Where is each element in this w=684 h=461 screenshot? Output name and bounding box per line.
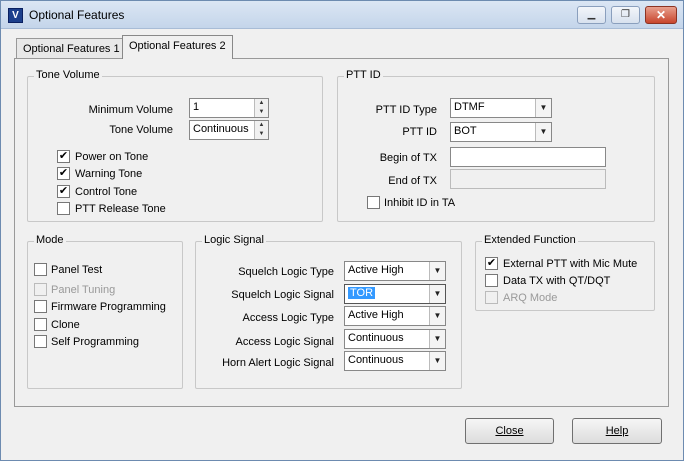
- panel-test-label: Panel Test: [51, 264, 103, 276]
- title-bar[interactable]: V Optional Features ▁ ❐ ✕: [1, 1, 683, 29]
- minimum-volume-value: 1: [193, 101, 200, 113]
- spin-buttons[interactable]: ▲ ▼: [254, 121, 268, 139]
- control-tone-checkbox[interactable]: ✔: [57, 185, 70, 198]
- squelch-logic-type-value: Active High: [348, 264, 404, 276]
- begin-of-tx-label: Begin of TX: [379, 152, 437, 164]
- ptt-id-value: BOT: [454, 125, 477, 137]
- maximize-button[interactable]: ❐: [611, 6, 640, 24]
- chevron-down-icon[interactable]: ▼: [429, 352, 445, 370]
- inhibit-id-label: Inhibit ID in TA: [384, 197, 456, 209]
- ptt-id-label: PTT ID: [402, 126, 437, 138]
- horn-alert-logic-signal-dropdown[interactable]: Continuous ▼: [344, 351, 446, 371]
- minimum-volume-label: Minimum Volume: [88, 104, 173, 116]
- logic-signal-title: Logic Signal: [202, 234, 266, 246]
- chevron-down-icon[interactable]: ▼: [429, 285, 445, 303]
- tab-optional-features-1[interactable]: Optional Features 1: [16, 38, 127, 60]
- tone-volume-title: Tone Volume: [34, 69, 102, 81]
- tab-label: Optional Features 1: [23, 43, 120, 55]
- arq-mode-label: ARQ Mode: [503, 292, 558, 304]
- window-title: Optional Features: [29, 8, 125, 22]
- horn-alert-logic-signal-value: Continuous: [348, 354, 404, 366]
- access-logic-type-label: Access Logic Type: [242, 312, 334, 324]
- access-logic-signal-value: Continuous: [348, 332, 404, 344]
- clone-label: Clone: [51, 319, 80, 331]
- self-programming-checkbox[interactable]: [34, 335, 47, 348]
- spin-up-icon[interactable]: ▲: [255, 99, 268, 108]
- squelch-logic-type-dropdown[interactable]: Active High ▼: [344, 261, 446, 281]
- spin-down-icon[interactable]: ▼: [255, 130, 268, 139]
- firmware-programming-checkbox[interactable]: [34, 300, 47, 313]
- control-tone-label: Control Tone: [75, 186, 138, 198]
- access-logic-type-dropdown[interactable]: Active High ▼: [344, 306, 446, 326]
- help-button[interactable]: Help: [572, 418, 662, 444]
- squelch-logic-signal-dropdown[interactable]: TOR ▼: [344, 284, 446, 304]
- access-logic-signal-dropdown[interactable]: Continuous ▼: [344, 329, 446, 349]
- arq-mode-checkbox[interactable]: [485, 291, 498, 304]
- close-button-label: Close: [495, 425, 524, 437]
- chevron-down-icon[interactable]: ▼: [429, 262, 445, 280]
- tab-label: Optional Features 2: [129, 40, 226, 52]
- extended-function-title: Extended Function: [482, 234, 578, 246]
- tone-volume-value: Continuous: [193, 123, 249, 135]
- ptt-id-dropdown[interactable]: BOT ▼: [450, 122, 552, 142]
- chevron-down-icon[interactable]: ▼: [429, 307, 445, 325]
- ptt-release-tone-checkbox[interactable]: [57, 202, 70, 215]
- panel-test-checkbox[interactable]: [34, 263, 47, 276]
- mode-title: Mode: [34, 234, 66, 246]
- self-programming-label: Self Programming: [51, 336, 140, 348]
- app-icon: V: [8, 8, 23, 23]
- spin-up-icon[interactable]: ▲: [255, 121, 268, 130]
- spin-down-icon[interactable]: ▼: [255, 108, 268, 117]
- power-on-tone-checkbox[interactable]: ✔: [57, 150, 70, 163]
- firmware-programming-label: Firmware Programming: [51, 301, 166, 313]
- dialog-window: V Optional Features ▁ ❐ ✕ Optional Featu…: [0, 0, 684, 461]
- inhibit-id-checkbox[interactable]: [367, 196, 380, 209]
- warning-tone-label: Warning Tone: [75, 168, 143, 180]
- squelch-logic-type-label: Squelch Logic Type: [238, 266, 334, 278]
- tone-volume-spinner[interactable]: Continuous ▲ ▼: [189, 120, 269, 140]
- clone-checkbox[interactable]: [34, 318, 47, 331]
- begin-of-tx-input[interactable]: [450, 147, 606, 167]
- end-of-tx-label: End of TX: [388, 175, 437, 187]
- tab-optional-features-2[interactable]: Optional Features 2: [122, 35, 233, 59]
- end-of-tx-input[interactable]: [450, 169, 606, 189]
- squelch-logic-signal-value: TOR: [348, 287, 376, 299]
- horn-alert-logic-signal-label: Horn Alert Logic Signal: [222, 357, 334, 369]
- squelch-logic-signal-label: Squelch Logic Signal: [231, 289, 334, 301]
- power-on-tone-label: Power on Tone: [75, 151, 149, 163]
- panel-tuning-label: Panel Tuning: [51, 284, 116, 296]
- data-tx-label: Data TX with QT/DQT: [503, 275, 611, 287]
- panel-tuning-checkbox[interactable]: [34, 283, 47, 296]
- tone-volume-label: Tone Volume: [109, 124, 173, 136]
- ptt-id-type-value: DTMF: [454, 101, 485, 113]
- data-tx-checkbox[interactable]: [485, 274, 498, 287]
- ptt-id-title: PTT ID: [344, 69, 383, 81]
- chevron-down-icon[interactable]: ▼: [429, 330, 445, 348]
- help-button-label: Help: [605, 425, 629, 437]
- chevron-down-icon[interactable]: ▼: [535, 123, 551, 141]
- tone-volume-group: Tone Volume: [27, 69, 323, 222]
- ptt-release-tone-label: PTT Release Tone: [75, 203, 166, 215]
- minimize-button[interactable]: ▁: [577, 6, 606, 24]
- chevron-down-icon[interactable]: ▼: [535, 99, 551, 117]
- warning-tone-checkbox[interactable]: ✔: [57, 167, 70, 180]
- ptt-id-type-dropdown[interactable]: DTMF ▼: [450, 98, 552, 118]
- spin-buttons[interactable]: ▲ ▼: [254, 99, 268, 117]
- close-window-button[interactable]: ✕: [645, 6, 677, 24]
- access-logic-signal-label: Access Logic Signal: [235, 336, 334, 348]
- access-logic-type-value: Active High: [348, 309, 404, 321]
- minimum-volume-spinner[interactable]: 1 ▲ ▼: [189, 98, 269, 118]
- close-button[interactable]: Close: [465, 418, 554, 444]
- external-ptt-label: External PTT with Mic Mute: [503, 258, 638, 270]
- ptt-id-type-label: PTT ID Type: [375, 104, 437, 116]
- external-ptt-checkbox[interactable]: ✔: [485, 257, 498, 270]
